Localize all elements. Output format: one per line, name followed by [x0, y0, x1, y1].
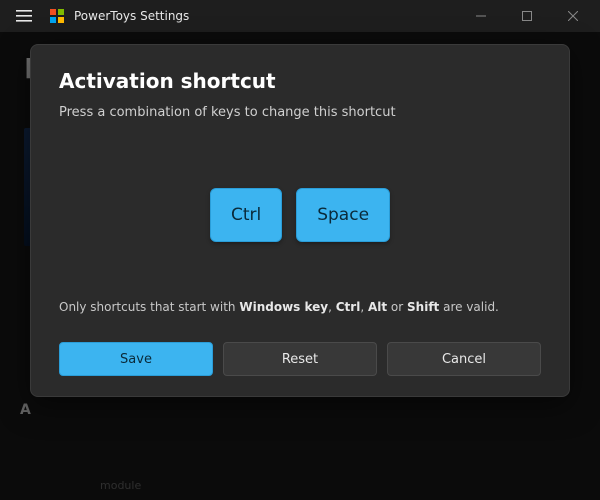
shortcut-key: Space [296, 188, 390, 242]
reset-button[interactable]: Reset [223, 342, 377, 376]
cancel-button[interactable]: Cancel [387, 342, 541, 376]
close-button[interactable] [550, 0, 596, 32]
window-controls [458, 0, 596, 32]
dialog-title: Activation shortcut [59, 69, 541, 93]
shortcut-key-capture-area[interactable]: Ctrl Space [59, 130, 541, 300]
close-icon [568, 11, 578, 21]
modal-overlay: Activation shortcut Press a combination … [0, 32, 600, 500]
minimize-icon [476, 11, 486, 21]
dialog-button-row: Save Reset Cancel [59, 342, 541, 376]
hint-text-prefix: Only shortcuts that start with [59, 300, 239, 314]
shortcut-key: Ctrl [210, 188, 282, 242]
maximize-button[interactable] [504, 0, 550, 32]
hint-key: Alt [368, 300, 387, 314]
dialog-hint: Only shortcuts that start with Windows k… [59, 300, 541, 314]
hamburger-menu-button[interactable] [4, 0, 44, 32]
app-icon [48, 7, 66, 25]
hint-key: Ctrl [336, 300, 361, 314]
hint-text-suffix: are valid. [439, 300, 499, 314]
hint-key: Shift [407, 300, 439, 314]
hint-key: Windows key [239, 300, 328, 314]
app-title: PowerToys Settings [74, 9, 189, 23]
save-button[interactable]: Save [59, 342, 213, 376]
titlebar: PowerToys Settings [0, 0, 600, 32]
maximize-icon [522, 11, 532, 21]
hamburger-icon [16, 8, 32, 24]
activation-shortcut-dialog: Activation shortcut Press a combination … [30, 44, 570, 397]
minimize-button[interactable] [458, 0, 504, 32]
dialog-subtitle: Press a combination of keys to change th… [59, 105, 541, 120]
